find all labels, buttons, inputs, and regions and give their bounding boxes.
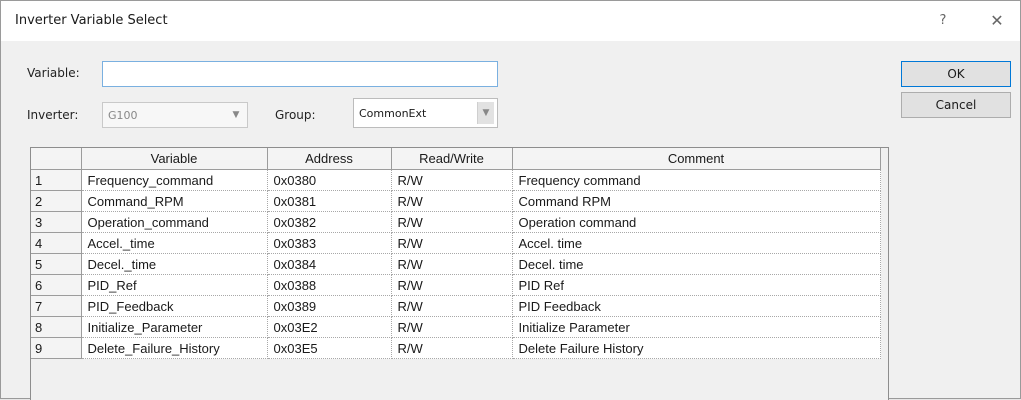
variable-cell[interactable]: Delete_Failure_History [81, 337, 268, 359]
address-cell[interactable]: 0x0381 [267, 190, 392, 212]
table-row[interactable]: 3 Operation_command 0x0382 R/W Operation… [31, 211, 881, 233]
row-number: 5 [31, 253, 82, 275]
address-cell[interactable]: 0x03E2 [267, 316, 392, 338]
read-write-cell[interactable]: R/W [391, 274, 513, 296]
address-cell[interactable]: 0x0383 [267, 232, 392, 254]
variable-cell[interactable]: Operation_command [81, 211, 268, 233]
column-header-comment[interactable]: Comment [512, 148, 881, 170]
read-write-cell[interactable]: R/W [391, 337, 513, 359]
variable-cell[interactable]: PID_Feedback [81, 295, 268, 317]
table-row[interactable]: 7 PID_Feedback 0x0389 R/W PID Feedback [31, 295, 881, 317]
comment-cell[interactable]: PID Ref [512, 274, 881, 296]
read-write-cell[interactable]: R/W [391, 169, 513, 191]
variable-label: Variable: [27, 66, 80, 80]
comment-cell[interactable]: PID Feedback [512, 295, 881, 317]
close-icon[interactable]: ✕ [985, 9, 1009, 33]
comment-cell[interactable]: Command RPM [512, 190, 881, 212]
row-number: 1 [31, 169, 82, 191]
table-row[interactable]: 4 Accel._time 0x0383 R/W Accel. time [31, 232, 881, 254]
table-row[interactable]: 2 Command_RPM 0x0381 R/W Command RPM [31, 190, 881, 212]
row-number: 2 [31, 190, 82, 212]
comment-cell[interactable]: Decel. time [512, 253, 881, 275]
address-cell[interactable]: 0x0382 [267, 211, 392, 233]
variable-cell[interactable]: Command_RPM [81, 190, 268, 212]
read-write-cell[interactable]: R/W [391, 316, 513, 338]
row-number: 8 [31, 316, 82, 338]
help-icon[interactable]: ? [933, 11, 953, 31]
inverter-select[interactable]: G100 ▼ [102, 102, 248, 128]
variable-cell[interactable]: Accel._time [81, 232, 268, 254]
inverter-select-value: G100 [108, 109, 138, 122]
header-corner [31, 148, 82, 170]
read-write-cell[interactable]: R/W [391, 190, 513, 212]
variable-cell[interactable]: Initialize_Parameter [81, 316, 268, 338]
group-select[interactable]: CommonExt ▼ [353, 98, 498, 128]
address-cell[interactable]: 0x0384 [267, 253, 392, 275]
variable-table: Variable Address Read/Write Comment 1 Fr… [31, 148, 881, 359]
table-header-row: Variable Address Read/Write Comment [31, 148, 881, 170]
column-header-read-write[interactable]: Read/Write [391, 148, 513, 170]
window-title: Inverter Variable Select [15, 13, 168, 28]
address-cell[interactable]: 0x0388 [267, 274, 392, 296]
table-row[interactable]: 8 Initialize_Parameter 0x03E2 R/W Initia… [31, 316, 881, 338]
cancel-button[interactable]: Cancel [901, 92, 1011, 118]
row-number: 9 [31, 337, 82, 359]
row-number: 3 [31, 211, 82, 233]
variable-cell[interactable]: PID_Ref [81, 274, 268, 296]
group-label: Group: [275, 108, 316, 122]
chevron-down-icon: ▼ [477, 102, 494, 124]
comment-cell[interactable]: Initialize Parameter [512, 316, 881, 338]
comment-cell[interactable]: Operation command [512, 211, 881, 233]
inverter-variable-select-dialog: Inverter Variable Select ? ✕ Variable: I… [0, 0, 1021, 400]
variable-cell[interactable]: Frequency_command [81, 169, 268, 191]
read-write-cell[interactable]: R/W [391, 253, 513, 275]
variable-cell[interactable]: Decel._time [81, 253, 268, 275]
table-row[interactable]: 6 PID_Ref 0x0388 R/W PID Ref [31, 274, 881, 296]
row-number: 7 [31, 295, 82, 317]
inverter-label: Inverter: [27, 108, 79, 122]
comment-cell[interactable]: Delete Failure History [512, 337, 881, 359]
variable-grid: Variable Address Read/Write Comment 1 Fr… [30, 147, 889, 400]
variable-input[interactable] [102, 61, 498, 87]
comment-cell[interactable]: Accel. time [512, 232, 881, 254]
ok-button[interactable]: OK [901, 61, 1011, 87]
comment-cell[interactable]: Frequency command [512, 169, 881, 191]
table-row[interactable]: 9 Delete_Failure_History 0x03E5 R/W Dele… [31, 337, 881, 359]
address-cell[interactable]: 0x0380 [267, 169, 392, 191]
row-number: 4 [31, 232, 82, 254]
column-header-address[interactable]: Address [267, 148, 392, 170]
address-cell[interactable]: 0x03E5 [267, 337, 392, 359]
address-cell[interactable]: 0x0389 [267, 295, 392, 317]
row-number: 6 [31, 274, 82, 296]
column-header-variable[interactable]: Variable [81, 148, 268, 170]
chevron-down-icon: ▼ [232, 110, 240, 120]
table-row[interactable]: 5 Decel._time 0x0384 R/W Decel. time [31, 253, 881, 275]
read-write-cell[interactable]: R/W [391, 211, 513, 233]
table-row[interactable]: 1 Frequency_command 0x0380 R/W Frequency… [31, 169, 881, 191]
title-bar: Inverter Variable Select ? ✕ [1, 1, 1020, 41]
read-write-cell[interactable]: R/W [391, 295, 513, 317]
read-write-cell[interactable]: R/W [391, 232, 513, 254]
group-select-value: CommonExt [359, 107, 427, 120]
